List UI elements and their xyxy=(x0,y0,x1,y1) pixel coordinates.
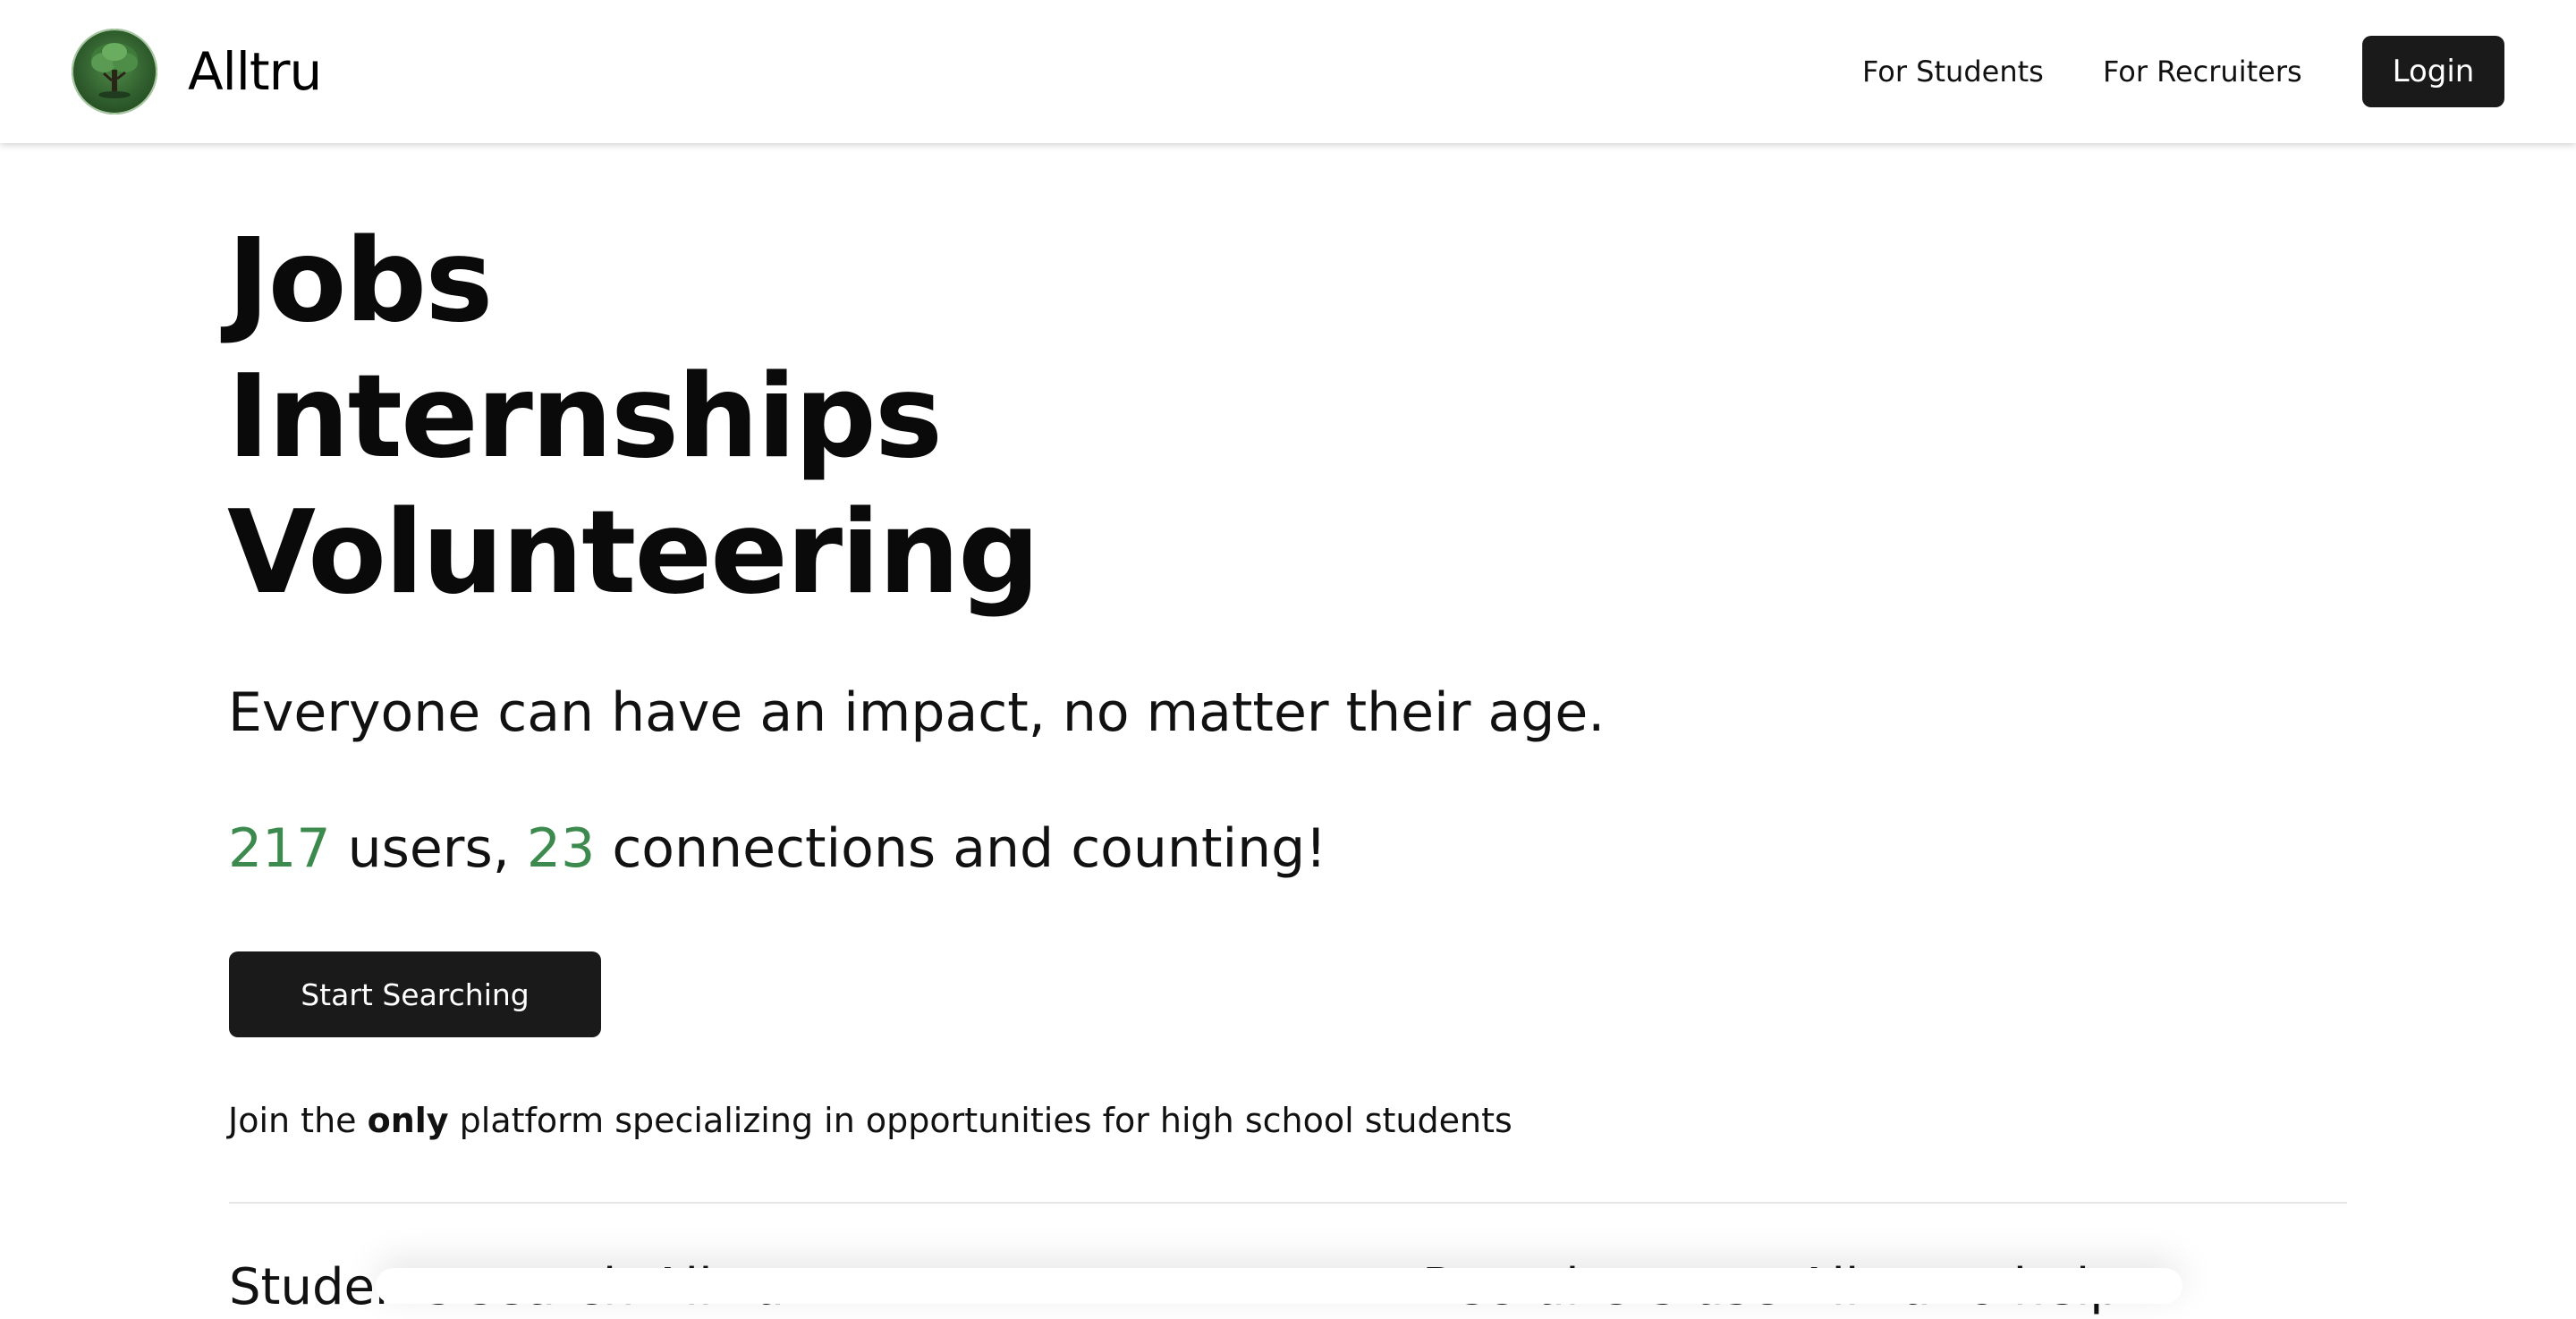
brand[interactable]: Alltru xyxy=(72,29,322,114)
section-divider xyxy=(229,1202,2347,1204)
join-prefix: Join the xyxy=(228,1101,368,1140)
users-label: users, xyxy=(330,817,527,880)
join-suffix: platform specializing in opportunities f… xyxy=(448,1101,1513,1140)
join-text: Join the only platform specializing in o… xyxy=(228,1095,1513,1146)
login-button[interactable]: Login xyxy=(2362,36,2504,107)
hero-tagline: Everyone can have an impact, no matter t… xyxy=(228,681,1606,744)
start-searching-button[interactable]: Start Searching xyxy=(229,951,601,1037)
hero-line-volunteering: Volunteering xyxy=(227,486,1040,620)
connections-label: connections and counting! xyxy=(595,817,1327,880)
connections-count: 23 xyxy=(526,817,596,880)
nav-link-for-recruiters[interactable]: For Recruiters xyxy=(2103,50,2302,93)
hero-line-jobs: Jobs xyxy=(227,215,493,348)
stats-line: 217 users, 23 connections and counting! xyxy=(228,811,1326,886)
card-panel-top xyxy=(376,1268,2182,1304)
tree-icon xyxy=(72,29,157,114)
join-emphasis: only xyxy=(367,1101,449,1140)
top-navbar: Alltru For Students For Recruiters Login xyxy=(0,0,2576,143)
users-count: 217 xyxy=(228,817,331,880)
brand-name: Alltru xyxy=(188,41,322,102)
hero-line-internships: Internships xyxy=(227,351,943,484)
nav-link-for-students[interactable]: For Students xyxy=(1862,50,2044,93)
